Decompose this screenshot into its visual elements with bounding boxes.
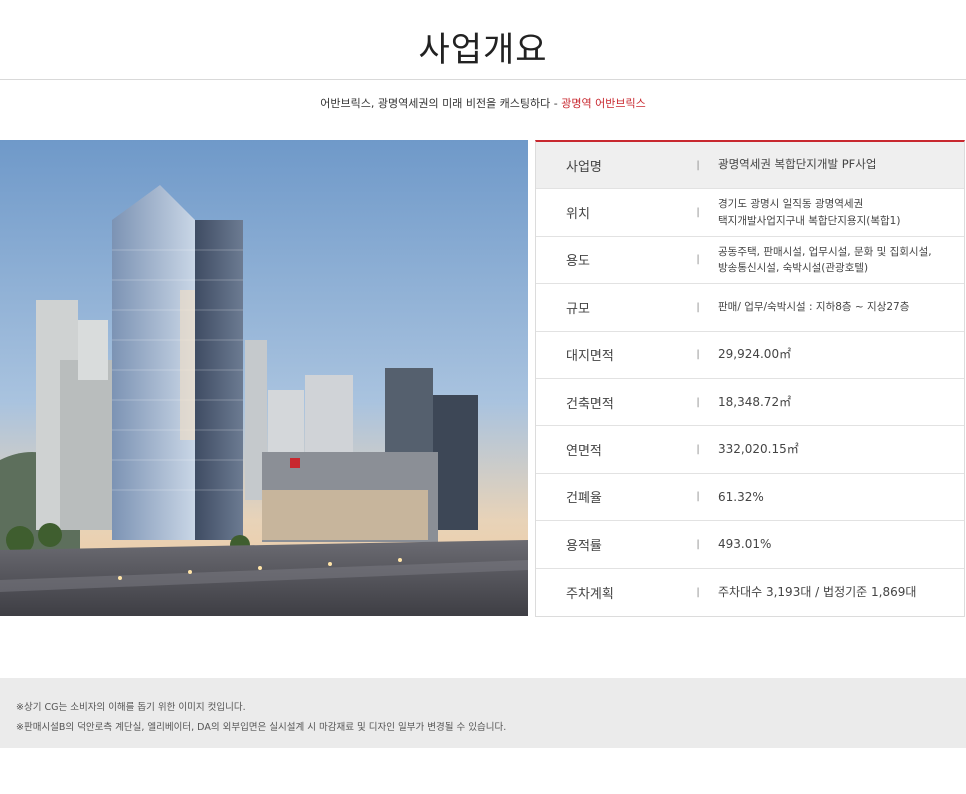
aerial-rendering-image [0,140,528,616]
spec-separator: | [696,586,700,598]
project-spec-table: 사업명 | 광명역세권 복합단지개발 PF사업 위치 | 경기도 광명시 일직동… [535,140,965,617]
title-divider [0,79,966,80]
spec-value: 29,924.00㎡ [718,347,792,362]
page-subtitle: 어반브릭스, 광명역세권의 미래 비전을 캐스팅하다 - 광명역 어반브릭스 [0,95,966,111]
spec-separator: | [696,254,700,266]
spec-value: 공동주택, 판매시설, 업무시설, 문화 및 집회시설, 방송통신시설, 숙박시설… [718,244,964,277]
spec-row-parking-plan: 주차계획 | 주차대수 3,193대 / 법정기준 1,869대 [536,569,964,616]
subtitle-accent: 광명역 어반브릭스 [561,97,646,110]
spec-separator: | [696,349,700,361]
spec-label: 사업명 [566,159,602,175]
spec-row-building-area: 건축면적 | 18,348.72㎡ [536,379,964,427]
spec-separator: | [696,301,700,313]
spec-value: 경기도 광명시 일직동 광명역세권택지개발사업지구내 복합단지용지(복합1) [718,196,964,229]
subtitle-text: 어반브릭스, 광명역세권의 미래 비전을 캐스팅하다 - [320,97,562,110]
spec-separator: | [696,491,700,503]
spec-row-total-floor-area: 연면적 | 332,020.15㎡ [536,426,964,474]
disclaimer-notes: ※상기 CG는 소비자의 이해를 돕기 위한 이미지 컷입니다. ※판매시설B의… [0,678,966,748]
spec-value: 493.01% [718,537,772,552]
spec-separator: | [696,396,700,408]
spec-value: 18,348.72㎡ [718,394,792,409]
spec-row-use: 용도 | 공동주택, 판매시설, 업무시설, 문화 및 집회시설, 방송통신시설,… [536,237,964,285]
spec-row-project-name: 사업명 | 광명역세권 복합단지개발 PF사업 [536,142,964,190]
spec-label: 규모 [566,301,590,317]
spec-separator: | [696,538,700,550]
spec-label: 대지면적 [566,349,614,365]
spec-label: 건축면적 [566,396,614,412]
spec-value: 61.32% [718,489,764,504]
spec-value: 332,020.15㎡ [718,442,799,457]
spec-row-site-area: 대지면적 | 29,924.00㎡ [536,332,964,379]
spec-value-line: 방송통신시설, 숙박시설(관광호텔) [718,261,869,274]
spec-label: 연면적 [566,444,602,460]
spec-label: 용적률 [566,538,602,554]
spec-label: 용도 [566,254,590,270]
spec-label: 주차계획 [566,586,614,602]
spec-separator: | [696,207,700,219]
spec-value-line: 택지개발사업지구내 복합단지용지(복합1) [718,214,901,227]
spec-label: 위치 [566,207,590,223]
spec-value: 판매/ 업무/숙박시설 : 지하8층 ~ 지상27층 [718,301,910,314]
spec-row-coverage-ratio: 건폐율 | 61.32% [536,474,964,522]
page-title: 사업개요 [418,30,548,70]
spec-row-location: 위치 | 경기도 광명시 일직동 광명역세권택지개발사업지구내 복합단지용지(복… [536,189,964,237]
spec-separator: | [696,444,700,456]
spec-value: 주차대수 3,193대 / 법정기준 1,869대 [718,584,917,599]
spec-value-line: 공동주택, 판매시설, 업무시설, 문화 및 집회시설, [718,245,932,258]
spec-row-scale: 규모 | 판매/ 업무/숙박시설 : 지하8층 ~ 지상27층 [536,284,964,332]
rendering-illustration [0,140,528,616]
spec-label: 건폐율 [566,491,602,507]
spec-value: 광명역세권 복합단지개발 PF사업 [718,157,877,172]
spec-row-floor-area-ratio: 용적률 | 493.01% [536,521,964,569]
spec-separator: | [696,159,700,171]
disclaimer-note: ※판매시설B의 덕안로측 계단실, 엘리베이터, DA의 외부입면은 실시설계 … [16,722,507,733]
disclaimer-note: ※상기 CG는 소비자의 이해를 돕기 위한 이미지 컷입니다. [16,702,246,713]
spec-value-line: 경기도 광명시 일직동 광명역세권 [718,198,864,211]
